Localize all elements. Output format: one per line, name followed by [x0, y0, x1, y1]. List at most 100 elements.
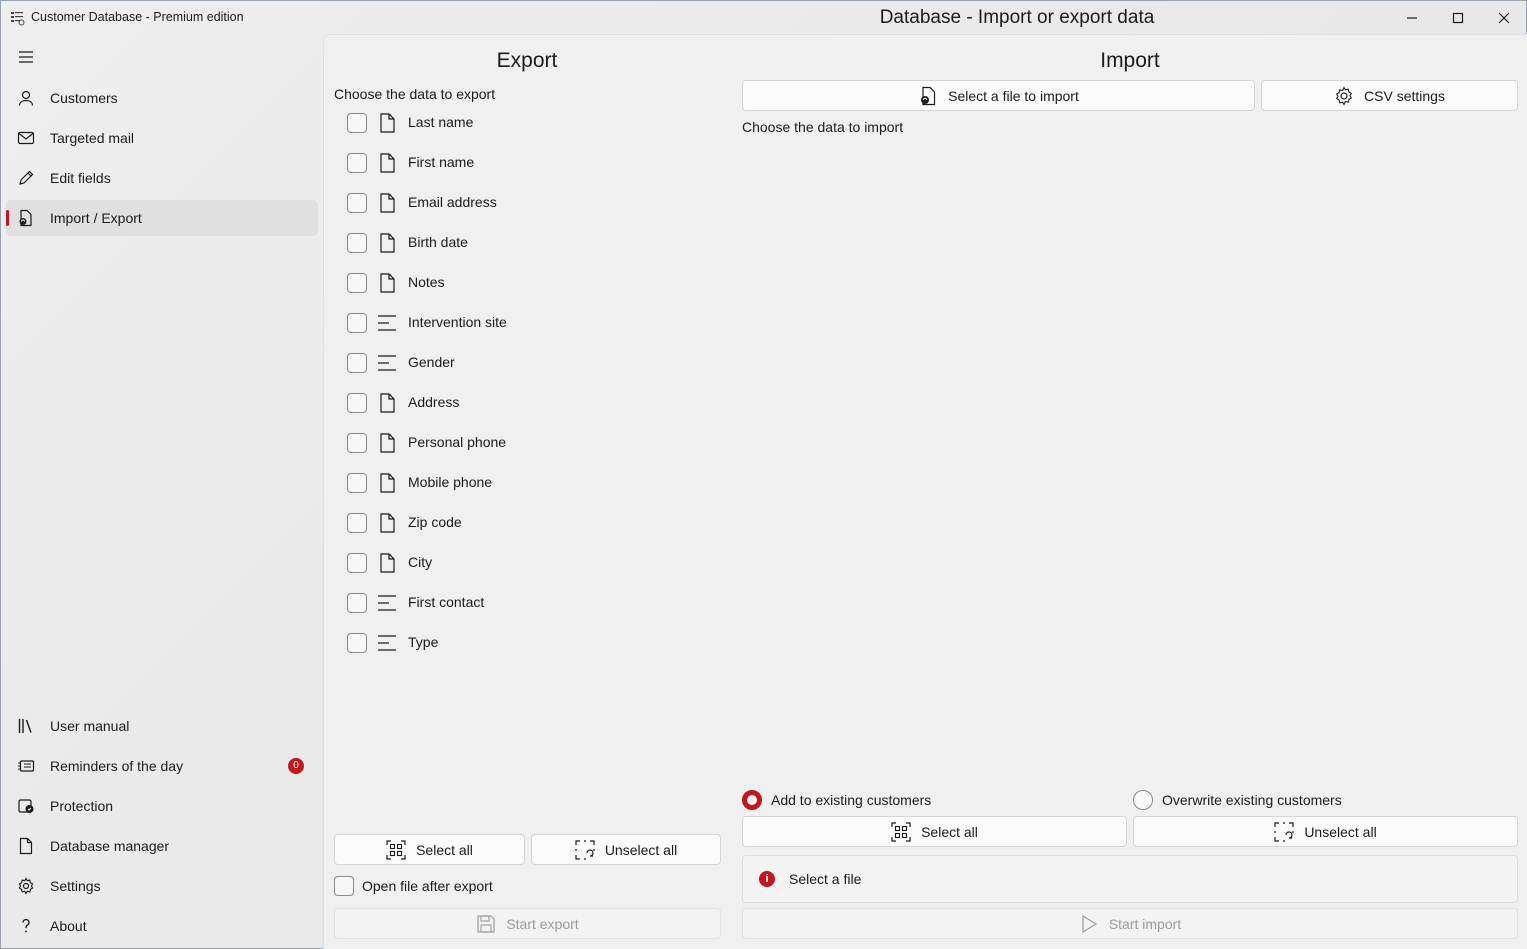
unselect-all-icon	[1274, 821, 1294, 842]
export-field-row[interactable]: Type	[347, 631, 438, 655]
field-label: Mobile phone	[408, 474, 493, 490]
checkbox[interactable]	[347, 273, 367, 293]
export-field-row[interactable]: Notes	[347, 271, 445, 295]
checkbox[interactable]	[347, 153, 367, 173]
nav-item-settings[interactable]: Settings	[6, 868, 318, 904]
nav-item-about[interactable]: About	[6, 908, 318, 944]
nav-item-label: Database manager	[50, 838, 170, 854]
app-title: Customer Database - Premium edition	[31, 10, 244, 24]
question-icon	[22, 918, 30, 933]
checkbox[interactable]	[347, 633, 367, 653]
reminder-icon	[18, 760, 35, 772]
checkbox[interactable]	[347, 593, 367, 613]
error-info-icon: i	[759, 871, 775, 887]
nav-item-targeted-mail[interactable]: Targeted mail	[6, 120, 318, 156]
play-icon	[1082, 914, 1097, 933]
field-label: Last name	[408, 114, 474, 130]
import-select-all-button[interactable]: Select all	[742, 816, 1127, 847]
open-after-export-option[interactable]: Open file after export	[334, 876, 493, 896]
field-label: First name	[408, 154, 475, 170]
export-field-row[interactable]: Birth date	[347, 231, 468, 255]
radio-button[interactable]	[1133, 790, 1153, 810]
export-field-row[interactable]: First contact	[347, 591, 484, 615]
export-field-row[interactable]: Intervention site	[347, 311, 507, 335]
nav-item-edit-fields[interactable]: Edit fields	[6, 160, 318, 196]
minimize-icon	[1407, 16, 1417, 19]
field-label: Address	[408, 394, 460, 410]
export-field-row[interactable]: Mobile phone	[347, 471, 492, 495]
person-icon	[18, 90, 34, 106]
checkbox[interactable]	[347, 473, 367, 493]
info-message: Select a file	[789, 871, 862, 887]
lines-icon	[378, 315, 396, 331]
nav-item-database-manager[interactable]: Database manager	[6, 828, 318, 864]
checkbox[interactable]	[347, 113, 367, 133]
radio-overwrite-existing[interactable]: Overwrite existing customers	[1133, 790, 1342, 810]
nav-item-reminders[interactable]: Reminders of the day 0	[6, 748, 318, 784]
checkbox[interactable]	[347, 313, 367, 333]
export-field-row[interactable]: Email address	[347, 191, 497, 215]
checkbox[interactable]	[347, 393, 367, 413]
export-field-row[interactable]: Personal phone	[347, 431, 506, 455]
document-icon	[380, 273, 395, 293]
hamburger-icon	[19, 51, 33, 63]
nav-item-customers[interactable]: Customers	[6, 80, 318, 116]
document-icon	[380, 553, 395, 573]
nav-item-user-manual[interactable]: User manual	[6, 708, 318, 744]
nav-item-import-export[interactable]: Import / Export	[6, 200, 318, 236]
radio-button[interactable]	[742, 790, 762, 810]
nav-item-protection[interactable]: Protection	[6, 788, 318, 824]
export-select-all-button[interactable]: Select all	[334, 834, 525, 865]
nav-item-label: Targeted mail	[50, 130, 135, 146]
start-import-button[interactable]: Start import	[742, 908, 1518, 939]
checkbox[interactable]	[347, 353, 367, 373]
checkbox[interactable]	[347, 513, 367, 533]
open-after-export-checkbox[interactable]	[334, 876, 354, 896]
start-export-button[interactable]: Start export	[334, 908, 721, 939]
select-all-icon	[891, 821, 911, 842]
export-unselect-all-button[interactable]: Unselect all	[531, 834, 721, 865]
button-label: Start export	[506, 915, 579, 932]
field-label: Notes	[408, 274, 445, 290]
checkbox[interactable]	[347, 553, 367, 573]
minimize-button[interactable]	[1389, 1, 1435, 34]
checkbox[interactable]	[347, 233, 367, 253]
document-icon	[380, 193, 395, 213]
checkbox[interactable]	[347, 433, 367, 453]
field-label: Type	[408, 634, 439, 650]
import-unselect-all-button[interactable]: Unselect all	[1133, 816, 1518, 847]
export-field-row[interactable]: First name	[347, 151, 474, 175]
export-field-row[interactable]: City	[347, 551, 432, 575]
close-button[interactable]	[1481, 1, 1527, 34]
gear-icon	[1335, 85, 1353, 106]
select-file-to-import-button[interactable]: Select a file to import	[742, 80, 1255, 111]
hamburger-menu-button[interactable]	[13, 44, 39, 70]
maximize-button[interactable]	[1435, 1, 1481, 34]
radio-add-to-existing[interactable]: Add to existing customers	[742, 790, 931, 810]
document-icon	[19, 837, 33, 855]
document-icon	[380, 473, 395, 493]
export-choose-label: Choose the data to export	[334, 86, 496, 102]
app-icon	[11, 12, 25, 26]
csv-settings-button[interactable]: CSV settings	[1261, 80, 1518, 111]
shield-icon	[18, 799, 34, 813]
button-label: CSV settings	[1364, 87, 1445, 104]
export-field-row[interactable]: Zip code	[347, 511, 462, 535]
import-info-bar: i Select a file	[742, 855, 1518, 903]
nav-item-label: User manual	[50, 718, 130, 734]
export-field-row[interactable]: Gender	[347, 351, 455, 375]
button-label: Select all	[416, 841, 473, 858]
field-label: Intervention site	[408, 314, 507, 330]
export-field-row[interactable]: Address	[347, 391, 459, 415]
export-title: Export	[496, 49, 558, 72]
checkbox[interactable]	[347, 193, 367, 213]
nav-item-label: Customers	[50, 90, 118, 106]
field-label: First contact	[408, 594, 485, 610]
document-icon	[380, 393, 395, 413]
export-field-row[interactable]: Last name	[347, 111, 473, 135]
nav-item-label: Edit fields	[50, 170, 111, 186]
document-icon	[380, 513, 395, 533]
library-icon	[18, 719, 32, 733]
title-bar: Customer Database - Premium edition Data…	[1, 1, 1526, 34]
nav-item-label: Import / Export	[50, 210, 142, 226]
